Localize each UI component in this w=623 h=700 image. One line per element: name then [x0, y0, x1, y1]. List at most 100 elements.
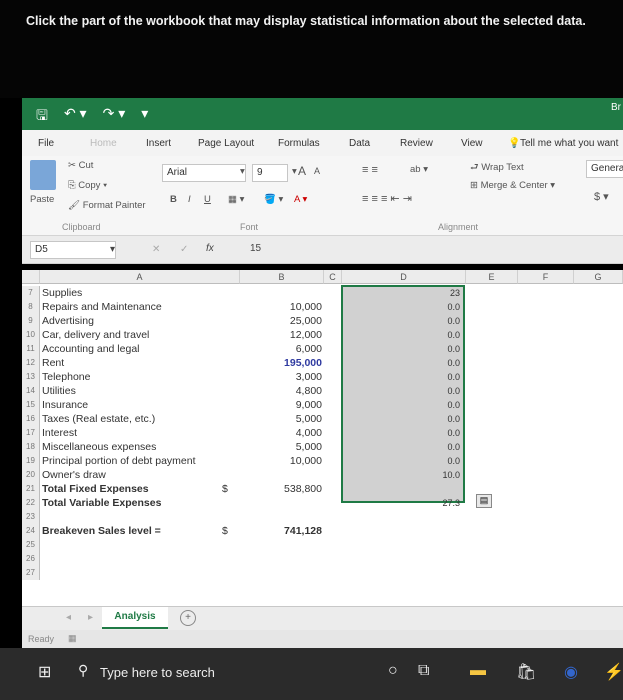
font-size-box[interactable]: 9	[252, 164, 288, 182]
row-number[interactable]: 23	[22, 510, 40, 524]
row-number[interactable]: 21	[22, 482, 40, 496]
cell-d[interactable]: 0.0	[342, 302, 462, 312]
row-number[interactable]: 27	[22, 566, 40, 580]
copy-button[interactable]: ⎘ Copy ▾	[68, 180, 107, 191]
row-number[interactable]: 24	[22, 524, 40, 538]
cell-a[interactable]: Supplies	[42, 287, 82, 299]
row-number[interactable]: 14	[22, 384, 40, 398]
cell-a[interactable]: Utilities	[42, 385, 76, 397]
cell-d[interactable]: 0.0	[342, 414, 462, 424]
row-number[interactable]: 8	[22, 300, 40, 314]
cell-a[interactable]: Taxes (Real estate, etc.)	[42, 413, 155, 425]
paste-icon[interactable]	[30, 160, 56, 190]
column-header-a[interactable]: A	[40, 270, 240, 284]
tab-home[interactable]: Home	[90, 138, 117, 149]
tab-view[interactable]: View	[461, 138, 483, 149]
wrap-text-button[interactable]: ⮐ Wrap Text	[470, 160, 524, 176]
increase-font-icon[interactable]: A	[298, 164, 306, 178]
font-size-dropdown-icon[interactable]: ▾	[292, 166, 297, 177]
borders-icon[interactable]: ▦ ▾	[228, 194, 244, 205]
row-number[interactable]: 15	[22, 398, 40, 412]
store-icon[interactable]: 🛍	[516, 662, 536, 682]
fill-color-icon[interactable]: 🪣 ▾	[264, 194, 283, 205]
cell-b[interactable]: 741,128	[222, 525, 322, 537]
cell-b[interactable]: 538,800	[222, 483, 322, 495]
currency-format-button[interactable]: $ ▾	[594, 190, 609, 203]
tab-review[interactable]: Review	[400, 138, 433, 149]
new-sheet-icon[interactable]: +	[180, 610, 196, 626]
cell-d[interactable]: 23	[342, 288, 462, 298]
quick-analysis-icon[interactable]: ▤	[476, 494, 492, 508]
insert-function-button[interactable]: fx	[206, 243, 214, 254]
align-left-icon[interactable]: ≡ ≡ ≡ ⇤ ⇥	[362, 192, 412, 205]
cell-b[interactable]: 4,000	[222, 427, 322, 439]
format-painter-button[interactable]: 🖌 Format Painter	[68, 200, 146, 211]
cell-d[interactable]: 0.0	[342, 344, 462, 354]
underline-button[interactable]: U	[204, 194, 211, 205]
task-view-icon[interactable]: ⧉	[418, 662, 429, 680]
name-box-dropdown-icon[interactable]: ▾	[110, 244, 115, 255]
column-header-d[interactable]: D	[342, 270, 466, 284]
cell-b[interactable]: 3,000	[222, 371, 322, 383]
cortana-icon[interactable]: ○	[388, 662, 398, 680]
save-icon[interactable]: 🖫	[36, 105, 48, 129]
cell-d[interactable]: 0.0	[342, 456, 462, 466]
column-header-e[interactable]: E	[466, 270, 518, 284]
cell-b[interactable]: 9,000	[222, 399, 322, 411]
cell-b[interactable]: 4,800	[222, 385, 322, 397]
orientation-icon[interactable]: ab ▾	[410, 164, 428, 175]
redo-icon[interactable]: ↷ ▾	[103, 105, 126, 129]
enter-icon[interactable]: ✓	[180, 244, 188, 255]
chrome-icon[interactable]: ◉	[564, 662, 578, 682]
row-number[interactable]: 18	[22, 440, 40, 454]
column-header-g[interactable]: G	[574, 270, 623, 284]
merge-center-button[interactable]: ⊞ Merge & Center ▾	[470, 180, 555, 191]
row-number[interactable]: 22	[22, 496, 40, 510]
tab-formulas[interactable]: Formulas	[278, 138, 320, 149]
column-header-b[interactable]: B	[240, 270, 324, 284]
cell-b[interactable]: 6,000	[222, 343, 322, 355]
cell-a[interactable]: Car, delivery and travel	[42, 329, 149, 341]
cell-d[interactable]: 0.0	[342, 442, 462, 452]
decrease-font-icon[interactable]: A	[314, 166, 320, 176]
cell-a[interactable]: Breakeven Sales level =	[42, 525, 161, 537]
tell-me-box[interactable]: Tell me what you want	[520, 138, 618, 149]
scroll-tabs-left-icon[interactable]: ◂	[66, 612, 71, 623]
tab-data[interactable]: Data	[349, 138, 370, 149]
select-all-corner[interactable]	[22, 270, 40, 284]
paste-button[interactable]: Paste	[30, 194, 54, 205]
windows-start-icon[interactable]: ⊞	[38, 662, 51, 682]
worksheet-grid[interactable]: A B C D E F G 7 Supplies 23 8 Repairs and Ma…	[22, 270, 623, 606]
row-number[interactable]: 7	[22, 286, 40, 300]
cell-b[interactable]: 5,000	[222, 441, 322, 453]
cell-d[interactable]: 27.3	[342, 498, 462, 508]
font-name-dropdown-icon[interactable]: ▾	[240, 166, 245, 177]
customize-qa-icon[interactable]: ▾	[141, 105, 148, 129]
cell-b[interactable]: 10,000	[222, 455, 322, 467]
tab-file[interactable]: File	[38, 138, 54, 149]
file-explorer-icon[interactable]: ▬	[470, 662, 486, 680]
cell-d[interactable]: 0.0	[342, 330, 462, 340]
cell-d[interactable]: 0.0	[342, 428, 462, 438]
row-number[interactable]: 26	[22, 552, 40, 566]
cell-a[interactable]: Advertising	[42, 315, 94, 327]
row-number[interactable]: 16	[22, 412, 40, 426]
row-number[interactable]: 10	[22, 328, 40, 342]
cell-a[interactable]: Owner's draw	[42, 469, 106, 481]
cell-a[interactable]: Telephone	[42, 371, 90, 383]
cell-a[interactable]: Total Variable Expenses	[42, 497, 161, 509]
bold-button[interactable]: B	[170, 194, 177, 205]
cell-d[interactable]: 0.0	[342, 372, 462, 382]
sheet-tab-analysis[interactable]: Analysis	[102, 607, 168, 629]
cell-a[interactable]: Accounting and legal	[42, 343, 140, 355]
row-number[interactable]: 13	[22, 370, 40, 384]
cell-a[interactable]: Rent	[42, 357, 64, 369]
column-header-f[interactable]: F	[518, 270, 574, 284]
cell-a[interactable]: Principal portion of debt payment	[42, 455, 196, 467]
align-top-icon[interactable]: ≡ ≡	[362, 164, 378, 176]
cell-d[interactable]: 0.0	[342, 316, 462, 326]
row-number[interactable]: 17	[22, 426, 40, 440]
row-number[interactable]: 11	[22, 342, 40, 356]
row-number[interactable]: 25	[22, 538, 40, 552]
cell-b[interactable]: 25,000	[222, 315, 322, 327]
